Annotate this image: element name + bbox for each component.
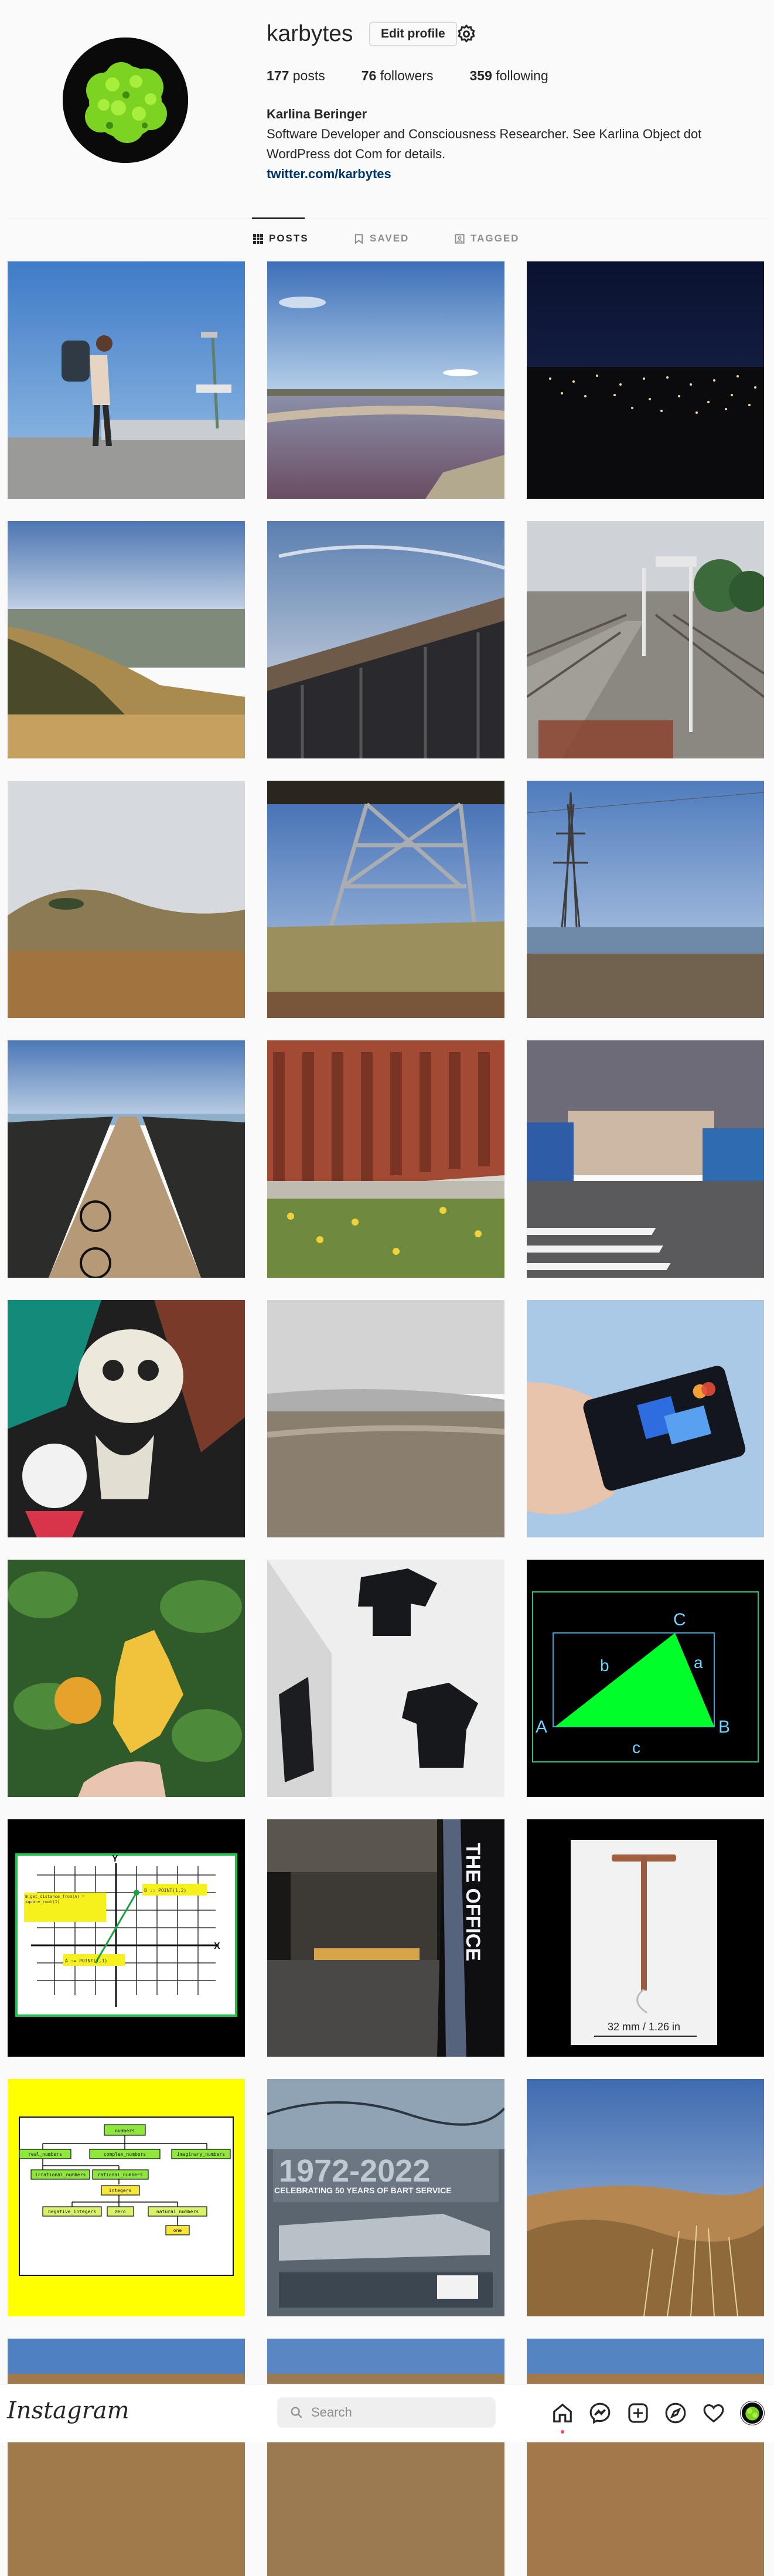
profile-avatar[interactable]	[63, 38, 188, 163]
profile-bio: Karlina Beringer Software Developer and …	[267, 104, 701, 184]
tab-saved[interactable]: SAVED	[354, 233, 409, 244]
post-rail-tracks[interactable]	[527, 521, 764, 758]
bart-years-text: 1972-2022	[279, 2153, 430, 2189]
profile-username: karbytes	[267, 21, 353, 46]
tab-saved-label: SAVED	[370, 233, 410, 244]
chart-node-numbers: numbers	[115, 2128, 135, 2133]
post-row9-right[interactable]	[527, 2339, 764, 2576]
post-triangle-diagram[interactable]: C A B b a c	[527, 1560, 764, 1797]
post-pylon-field[interactable]	[267, 781, 504, 1018]
graph-x-axis-label: X	[214, 1941, 220, 1951]
graph-point-b-label: B := POINT(1,2)	[144, 1888, 186, 1893]
post-gray-beach[interactable]	[267, 1300, 504, 1537]
post-street-murals[interactable]	[527, 1040, 764, 1278]
profile-stats: 177 posts 76 followers 359 following	[267, 68, 585, 84]
chart-node-real: real_numbers	[28, 2152, 62, 2157]
post-bart-anniversary[interactable]: 1972-2022 CELEBRATING 50 YEARS OF BART S…	[267, 2079, 504, 2316]
active-tab-indicator	[252, 217, 305, 219]
followers-stat[interactable]: 76 followers	[362, 68, 434, 84]
profile-header: karbytes Edit profile 177 posts 76 follo…	[0, 0, 774, 244]
post-iud-ruler[interactable]: 32 mm / 1.26 in	[527, 1819, 764, 2057]
post-row9-left[interactable]	[8, 2339, 245, 2576]
following-stat[interactable]: 359 following	[470, 68, 548, 84]
tab-tagged[interactable]: TAGGED	[455, 233, 519, 244]
triangle-side-b: b	[600, 1656, 609, 1675]
search-input[interactable]	[311, 2397, 487, 2428]
new-post-icon[interactable]	[627, 2402, 649, 2424]
bio-line-1: Software Developer and Consciousness Res…	[267, 127, 702, 141]
post-night-city[interactable]	[527, 261, 764, 499]
post-grassy-hill[interactable]	[8, 781, 245, 1018]
profile-full-name: Karlina Beringer	[267, 107, 367, 121]
explore-compass-icon[interactable]	[664, 2402, 687, 2424]
search-icon	[291, 2407, 302, 2418]
office-neon-sign: THE OFFICE	[462, 1843, 484, 1961]
post-hiker-bridge[interactable]	[8, 261, 245, 499]
tag-person-icon	[455, 233, 465, 244]
grid-icon	[253, 233, 263, 244]
post-hillside-grass[interactable]	[527, 2079, 764, 2316]
post-card-in-hand[interactable]	[527, 1300, 764, 1537]
post-graffiti-skull[interactable]	[8, 1300, 245, 1537]
messenger-icon[interactable]	[589, 2402, 611, 2424]
tab-tagged-label: TAGGED	[470, 233, 520, 244]
chart-node-imaginary: imaginary_numbers	[177, 2152, 225, 2157]
bart-celebration-text: CELEBRATING 50 YEARS OF BART SERVICE	[274, 2186, 452, 2195]
triangle-side-a: a	[694, 1653, 703, 1672]
iud-size-caption: 32 mm / 1.26 in	[608, 2021, 680, 2033]
post-citron-hand[interactable]	[8, 1560, 245, 1797]
bookmark-icon	[354, 233, 363, 244]
chart-node-zero: zero	[114, 2209, 125, 2214]
chart-node-negative: negative_integers	[48, 2209, 96, 2214]
post-transmission-tower[interactable]	[527, 781, 764, 1018]
triangle-vertex-c: C	[673, 1610, 686, 1629]
post-coordinate-graph[interactable]: Y X B := POINT(1,2) A := POINT(1,1) B.ge…	[8, 1819, 245, 2057]
activity-heart-icon[interactable]	[703, 2402, 725, 2424]
post-office-sign[interactable]: THE OFFICE	[267, 1819, 504, 2057]
triangle-vertex-a: A	[536, 1717, 547, 1737]
chart-node-one: one	[173, 2228, 182, 2233]
tab-posts-label: POSTS	[269, 233, 309, 244]
posts-stat: 177 posts	[267, 68, 325, 83]
post-train-station-sky[interactable]	[267, 521, 504, 758]
chart-node-complex: complex_numbers	[104, 2152, 146, 2157]
bio-line-2: WordPress dot Com for details.	[267, 147, 446, 161]
home-active-dot	[561, 2430, 564, 2434]
chart-node-irrational: irrational_numbers	[35, 2172, 86, 2177]
chart-node-integers: integers	[109, 2188, 132, 2193]
tab-posts[interactable]: POSTS	[253, 233, 309, 244]
edit-profile-button[interactable]: Edit profile	[369, 22, 457, 46]
chart-node-rational: rational_numbers	[97, 2172, 142, 2177]
instagram-logo[interactable]: Instagram	[7, 2397, 129, 2424]
settings-gear-icon[interactable]	[456, 23, 477, 45]
post-number-hierarchy[interactable]: numbers real_numbers complex_numbers ima…	[8, 2079, 245, 2316]
graph-distance-note: B.get_distance_from(A) = square_root(1)	[25, 1894, 85, 1904]
triangle-side-c: c	[632, 1738, 640, 1757]
bottom-navigation-bar: Instagram	[0, 2384, 774, 2442]
triangle-vertex-b: B	[718, 1717, 730, 1737]
graph-y-axis-label: Y	[112, 1854, 118, 1864]
profile-nav-avatar[interactable]	[741, 2401, 764, 2425]
post-bay-shoreline[interactable]	[267, 261, 504, 499]
post-golden-hills[interactable]	[8, 521, 245, 758]
search-box[interactable]	[277, 2397, 496, 2428]
graph-point-a-label: A := POINT(1,1)	[65, 1958, 107, 1964]
chart-node-natural: natural_numbers	[156, 2209, 199, 2214]
profile-external-link[interactable]: twitter.com/karbytes	[267, 164, 701, 184]
post-tshirts-room[interactable]	[267, 1560, 504, 1797]
post-brick-building[interactable]	[267, 1040, 504, 1278]
post-boardwalk-bike[interactable]	[8, 1040, 245, 1278]
post-row9-middle[interactable]	[267, 2339, 504, 2576]
home-icon[interactable]	[551, 2402, 574, 2424]
